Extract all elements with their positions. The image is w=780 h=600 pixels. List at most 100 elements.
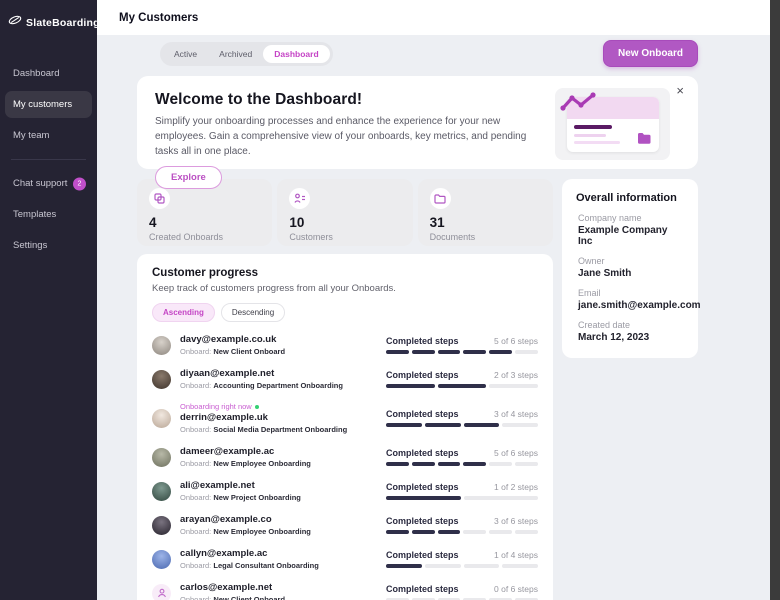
progress-segment-filled <box>386 564 422 568</box>
sidebar-item-my-customers[interactable]: My customers <box>5 91 92 118</box>
onboards-icon <box>149 188 170 209</box>
onboard-name: New Client Onboard <box>213 595 286 600</box>
progress-segment-empty <box>489 530 513 534</box>
customer-row[interactable]: dameer@example.ac Onboard: New Employee … <box>152 440 538 474</box>
sidebar-item-my-team[interactable]: My team <box>5 122 92 149</box>
progress-segment-empty <box>489 462 513 466</box>
customer-progress-card: Customer progress Keep track of customer… <box>137 254 553 600</box>
progress-segment-filled <box>489 350 513 354</box>
progress-bar <box>386 462 538 466</box>
completed-steps-label: Completed steps <box>386 516 459 526</box>
progress-segment-filled <box>386 423 422 427</box>
onboard-prefix: Onboard: <box>180 527 212 536</box>
sort-toggle: Ascending Descending <box>152 303 538 322</box>
sort-descending-button[interactable]: Descending <box>220 303 286 322</box>
progress-segment-filled <box>386 530 409 534</box>
info-field: Email jane.smith@example.com <box>576 288 701 311</box>
top-bar: My Customers <box>97 0 770 35</box>
customer-email: ali@example.net <box>180 480 255 491</box>
avatar <box>152 481 171 501</box>
completed-steps-label: Completed steps <box>386 550 459 560</box>
progress-segment-filled <box>386 462 409 466</box>
avatar <box>152 408 171 428</box>
onboard-prefix: Onboard: <box>180 493 212 502</box>
info-field-value: March 12, 2023 <box>578 332 650 343</box>
explore-button[interactable]: Explore <box>155 166 222 189</box>
avatar <box>152 549 171 569</box>
info-field-label: Email <box>578 288 601 298</box>
customer-row[interactable]: Onboarding right now derrin@example.uk O… <box>152 396 538 440</box>
app-name: SlateBoarding <box>26 16 100 29</box>
steps-count: 3 of 4 steps <box>494 409 538 419</box>
avatar <box>152 335 171 355</box>
progress-segment-filled <box>424 423 461 427</box>
tab-dashboard[interactable]: Dashboard <box>263 44 330 63</box>
sidebar-item-dashboard[interactable]: Dashboard <box>5 60 92 87</box>
customer-row[interactable]: davy@example.co.uk Onboard: New Client O… <box>152 328 538 362</box>
progress-bar <box>386 350 538 354</box>
info-field-label: Owner <box>578 256 605 266</box>
completed-steps-label: Completed steps <box>386 482 459 492</box>
progress-segment-filled <box>386 496 461 500</box>
close-icon[interactable]: × <box>676 84 684 97</box>
onboard-prefix: Onboard: <box>180 595 212 600</box>
sidebar-item-chat-support[interactable]: Chat support 2 <box>5 170 92 197</box>
steps-count: 5 of 6 steps <box>494 336 538 346</box>
completed-steps-label: Completed steps <box>386 370 459 380</box>
sidebar-item-label: My team <box>13 130 50 141</box>
sidebar-item-templates[interactable]: Templates <box>5 201 92 228</box>
customer-progress-title: Customer progress <box>152 267 259 279</box>
sidebar: SlateBoarding Dashboard My customers My … <box>0 0 100 600</box>
progress-segment-filled <box>386 350 409 354</box>
stat-card: 31 Documents <box>417 179 553 246</box>
completed-steps-label: Completed steps <box>386 448 459 458</box>
steps-count: 0 of 6 steps <box>494 584 538 594</box>
steps-count: 2 of 3 steps <box>494 370 538 380</box>
onboard-prefix: Onboard: <box>180 425 212 434</box>
progress-segment-empty <box>515 350 538 354</box>
avatar-placeholder-person-icon <box>152 583 171 600</box>
documents-icon <box>429 188 451 209</box>
progress-segment-filled <box>463 350 487 354</box>
stat-value: 4 <box>149 215 157 230</box>
steps-count: 5 of 6 steps <box>494 448 538 458</box>
customer-row[interactable]: ali@example.net Onboard: New Project Onb… <box>152 474 538 508</box>
progress-segment-empty <box>463 530 487 534</box>
steps-count: 1 of 2 steps <box>494 482 538 492</box>
completed-steps-label: Completed steps <box>386 336 459 346</box>
info-field-value: jane.smith@example.com <box>578 300 701 311</box>
info-field: Company name Example Company Inc <box>576 213 684 247</box>
sidebar-item-settings[interactable]: Settings <box>5 232 92 259</box>
customer-list: davy@example.co.uk Onboard: New Client O… <box>152 328 539 600</box>
stat-label: Customers <box>289 232 333 242</box>
tab-active[interactable]: Active <box>163 45 208 63</box>
customer-row[interactable]: callyn@example.ac Onboard: Legal Consult… <box>152 542 538 576</box>
sidebar-item-label: Dashboard <box>13 68 60 79</box>
app-logo: SlateBoarding <box>0 0 100 32</box>
completed-steps-label: Completed steps <box>386 409 459 419</box>
sidebar-item-label: My customers <box>13 99 73 110</box>
progress-segment-empty <box>515 462 538 466</box>
welcome-body: Simplify your onboarding processes and e… <box>155 116 527 157</box>
stat-cards: 4 Created Onboards 10 Customers 31 Docum… <box>137 179 553 246</box>
progress-segment-filled <box>463 423 500 427</box>
progress-segment-filled <box>463 462 487 466</box>
progress-segment-empty <box>515 530 538 534</box>
overall-info-card: Overall information Company name Example… <box>562 179 701 358</box>
onboard-name: Legal Consultant Onboarding <box>213 561 319 570</box>
new-onboard-button[interactable]: New Onboard <box>602 40 698 67</box>
customer-row[interactable]: diyaan@example.net Onboard: Accounting D… <box>152 362 539 396</box>
progress-segment-filled <box>411 350 435 354</box>
customer-row[interactable]: arayan@example.co Onboard: New Employee … <box>152 508 538 542</box>
onboard-name: New Project Onboarding <box>213 493 301 502</box>
live-status: Onboarding right now <box>180 402 347 411</box>
folder-icon <box>638 133 651 144</box>
progress-segment-filled <box>437 530 461 534</box>
avatar <box>152 515 171 535</box>
tab-archived[interactable]: Archived <box>208 45 263 63</box>
sort-ascending-button[interactable]: Ascending <box>152 303 215 322</box>
customer-email: carlos@example.net <box>180 582 273 593</box>
customer-row[interactable]: carlos@example.net Onboard: New Client O… <box>152 576 538 600</box>
info-field: Created date March 12, 2023 <box>576 320 684 343</box>
onboard-prefix: Onboard: <box>180 459 212 468</box>
